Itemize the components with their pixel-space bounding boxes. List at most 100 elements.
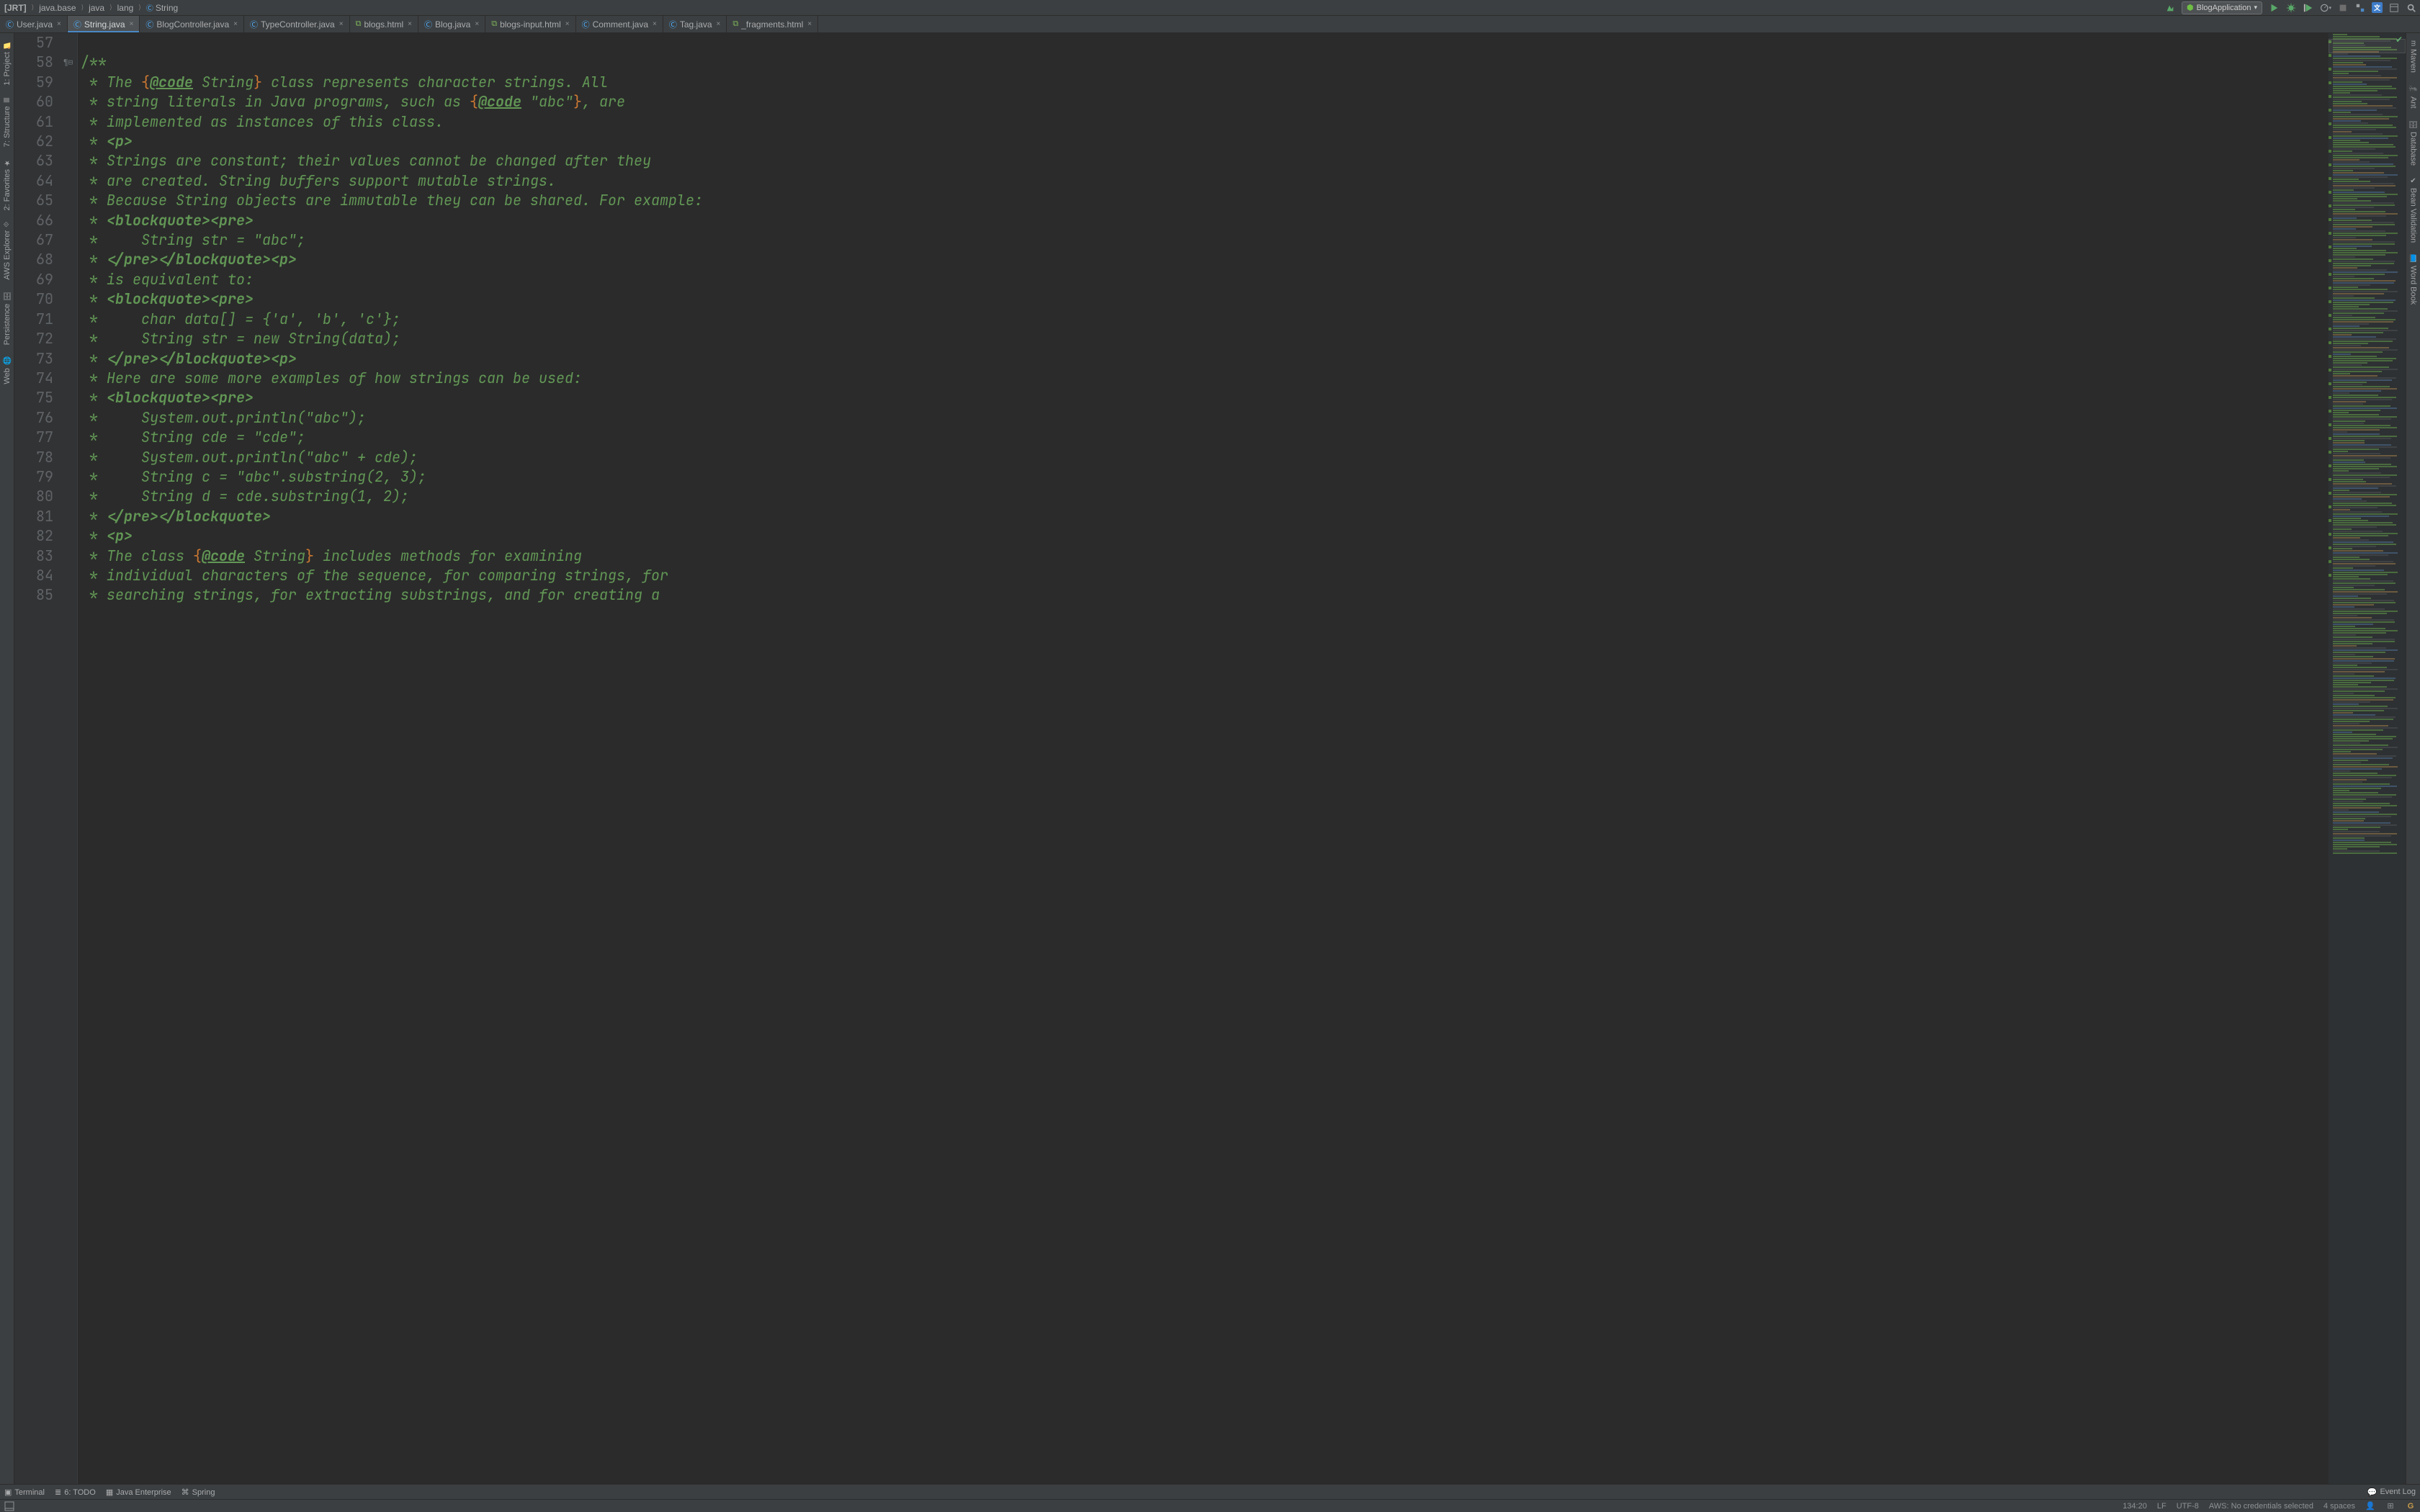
java-file-icon: Ⓒ: [424, 19, 432, 30]
tool-icon: ⌘: [182, 1488, 189, 1497]
tab-label: String.java: [84, 19, 125, 30]
bottom-tool-button[interactable]: ▣Terminal: [4, 1488, 45, 1497]
tab-label: Blog.java: [435, 19, 470, 30]
editor-tab[interactable]: ⧉_fragments.html×: [727, 16, 818, 32]
fold-gutter[interactable]: ¶ ⊟: [59, 33, 78, 1484]
layout-icon[interactable]: [2388, 2, 2400, 14]
aws-status[interactable]: AWS: No credentials selected: [2209, 1502, 2313, 1511]
git-branch-icon[interactable]: [2354, 2, 2366, 14]
run-configuration-selector[interactable]: ⬢ BlogApplication ▾: [2182, 1, 2262, 14]
chevron-down-icon: ▾: [2254, 4, 2257, 12]
code-editor[interactable]: 5758596061626364656667686970717273747576…: [14, 33, 2328, 1484]
editor-tab[interactable]: ⒸBlogController.java×: [140, 16, 244, 32]
file-encoding[interactable]: UTF-8: [2177, 1502, 2199, 1511]
memory-icon[interactable]: ⊞: [2385, 1501, 2396, 1511]
editor-tab[interactable]: ⒸTag.java×: [663, 16, 727, 32]
tool-window-tab[interactable]: ✔Bean Validation: [2408, 173, 2419, 247]
tool-window-tab[interactable]: Web🌐: [1, 352, 13, 389]
class-icon: Ⓒ: [146, 5, 153, 13]
breadcrumb-item[interactable]: lang: [116, 3, 135, 13]
editor-tab[interactable]: ⒸTypeController.java ×: [244, 16, 350, 32]
run-icon[interactable]: [2268, 2, 2280, 14]
close-tab-icon[interactable]: ×: [807, 20, 812, 28]
right-tool-strip: m Maven 🐜Ant 🗄Database ✔Bean Validation 📘Word…: [2406, 33, 2420, 1484]
close-tab-icon[interactable]: ×: [565, 20, 570, 28]
java-file-icon: Ⓒ: [582, 19, 590, 30]
coverage-icon[interactable]: [2303, 2, 2314, 14]
tool-window-label: Persistence: [3, 304, 12, 345]
left-tool-strip: 1: Project📁 7: Structure≣ 2: Favorites★ AWS…: [0, 33, 14, 1484]
java-file-icon: Ⓒ: [250, 19, 258, 30]
tool-window-tab[interactable]: 2: Favorites★: [1, 154, 13, 215]
inspections-icon[interactable]: 👤: [2365, 1501, 2375, 1511]
close-tab-icon[interactable]: ×: [653, 20, 657, 28]
minimap-viewport[interactable]: [2329, 39, 2406, 53]
editor-tab[interactable]: ⒸUser.java×: [0, 16, 68, 32]
search-everywhere-icon[interactable]: [2406, 2, 2417, 14]
build-icon[interactable]: [2164, 2, 2176, 14]
close-tab-icon[interactable]: ×: [130, 20, 134, 28]
editor-tab[interactable]: ⧉blogs.html×: [350, 16, 418, 32]
close-tab-icon[interactable]: ×: [717, 20, 721, 28]
tab-label: TypeController.java: [261, 19, 335, 30]
breadcrumb-separator-icon: ⟩: [136, 4, 143, 12]
tool-window-label: Bean Validation: [2409, 188, 2418, 243]
goland-icon[interactable]: G: [2406, 1501, 2416, 1511]
tool-window-tab[interactable]: Persistence🗄: [1, 287, 13, 349]
tool-window-icon: m: [2409, 40, 2417, 46]
debug-icon[interactable]: [2285, 2, 2297, 14]
tool-window-tab[interactable]: 🐜Ant: [2408, 80, 2419, 112]
tool-window-tab[interactable]: 7: Structure≣: [1, 93, 13, 151]
event-log-label: Event Log: [2380, 1488, 2416, 1496]
indent-status[interactable]: 4 spaces: [2323, 1502, 2355, 1511]
java-file-icon: Ⓒ: [73, 19, 81, 30]
editor-tab[interactable]: ⒸString.java ×: [68, 16, 140, 32]
breadcrumbs[interactable]: [JRT]⟩java.base⟩java⟩lang⟩ⒸString: [3, 2, 179, 13]
event-log-button[interactable]: 💬Event Log: [2367, 1488, 2416, 1497]
tool-window-tab[interactable]: AWS Explorer⟐: [1, 217, 13, 284]
editor-tab[interactable]: ⧉blogs-input.html×: [485, 16, 575, 32]
editor-tabs: ⒸUser.java×ⒸString.java×ⒸBlogController.…: [0, 16, 2420, 33]
editor-tab[interactable]: ⒸBlog.java ×: [418, 16, 485, 32]
close-tab-icon[interactable]: ×: [475, 20, 479, 28]
breadcrumb-item[interactable]: java.base: [37, 3, 77, 13]
tool-window-tab[interactable]: m Maven: [2408, 36, 2419, 77]
tool-icon: ▣: [4, 1488, 12, 1497]
close-tab-icon[interactable]: ×: [408, 20, 412, 28]
stop-icon[interactable]: [2337, 2, 2349, 14]
tool-window-tab[interactable]: 🗄Database: [2408, 115, 2419, 170]
bottom-tool-button[interactable]: ⌘Spring: [182, 1488, 215, 1497]
tool-window-icon: 📘: [2409, 254, 2417, 263]
tool-window-label: AWS Explorer: [3, 230, 12, 280]
tool-window-label: 2: Favorites: [3, 169, 12, 210]
profiler-icon[interactable]: ▾: [2320, 2, 2331, 14]
html-file-icon: ⧉: [491, 19, 497, 29]
tool-window-label: 1: Project: [3, 52, 12, 85]
tool-windows-icon[interactable]: [4, 1501, 14, 1511]
tool-window-label: Maven: [2409, 49, 2418, 73]
fold-toggle-icon[interactable]: ⊟: [68, 58, 73, 68]
tab-label: BlogController.java: [156, 19, 229, 30]
caret-position[interactable]: 134:20: [2123, 1502, 2147, 1511]
minimap[interactable]: ✔: [2328, 33, 2406, 1484]
editor-tab[interactable]: ⒸComment.java×: [576, 16, 663, 32]
tool-window-icon: 🗄: [2409, 120, 2417, 129]
bottom-tool-button[interactable]: ≣6: TODO: [55, 1488, 96, 1497]
status-bar: 134:20 LF UTF-8 AWS: No credentials sele…: [0, 1499, 2420, 1512]
breadcrumb-separator-icon: ⟩: [79, 4, 86, 12]
tool-window-tab[interactable]: 1: Project📁: [1, 36, 13, 90]
bottom-tool-button[interactable]: ▦Java Enterprise: [106, 1488, 171, 1497]
translate-icon[interactable]: 文: [2372, 2, 2383, 13]
line-separator[interactable]: LF: [2157, 1502, 2166, 1511]
breadcrumb-item[interactable]: java: [87, 3, 106, 13]
close-tab-icon[interactable]: ×: [57, 20, 61, 28]
breadcrumb-item[interactable]: [JRT]: [3, 3, 28, 13]
tool-icon: ≣: [55, 1488, 61, 1497]
bottom-tool-buttons: ▣Terminal ≣6: TODO ▦Java Enterprise ⌘Spring…: [0, 1484, 2420, 1499]
tool-window-tab[interactable]: 📘Word Book: [2408, 250, 2419, 309]
tool-window-label: Ant: [2409, 96, 2418, 109]
code-area[interactable]: /** * The {@code String} class represent…: [78, 33, 2328, 1484]
close-tab-icon[interactable]: ×: [233, 20, 238, 28]
breadcrumb-item[interactable]: ⒸString: [145, 2, 179, 13]
close-tab-icon[interactable]: ×: [339, 20, 344, 28]
